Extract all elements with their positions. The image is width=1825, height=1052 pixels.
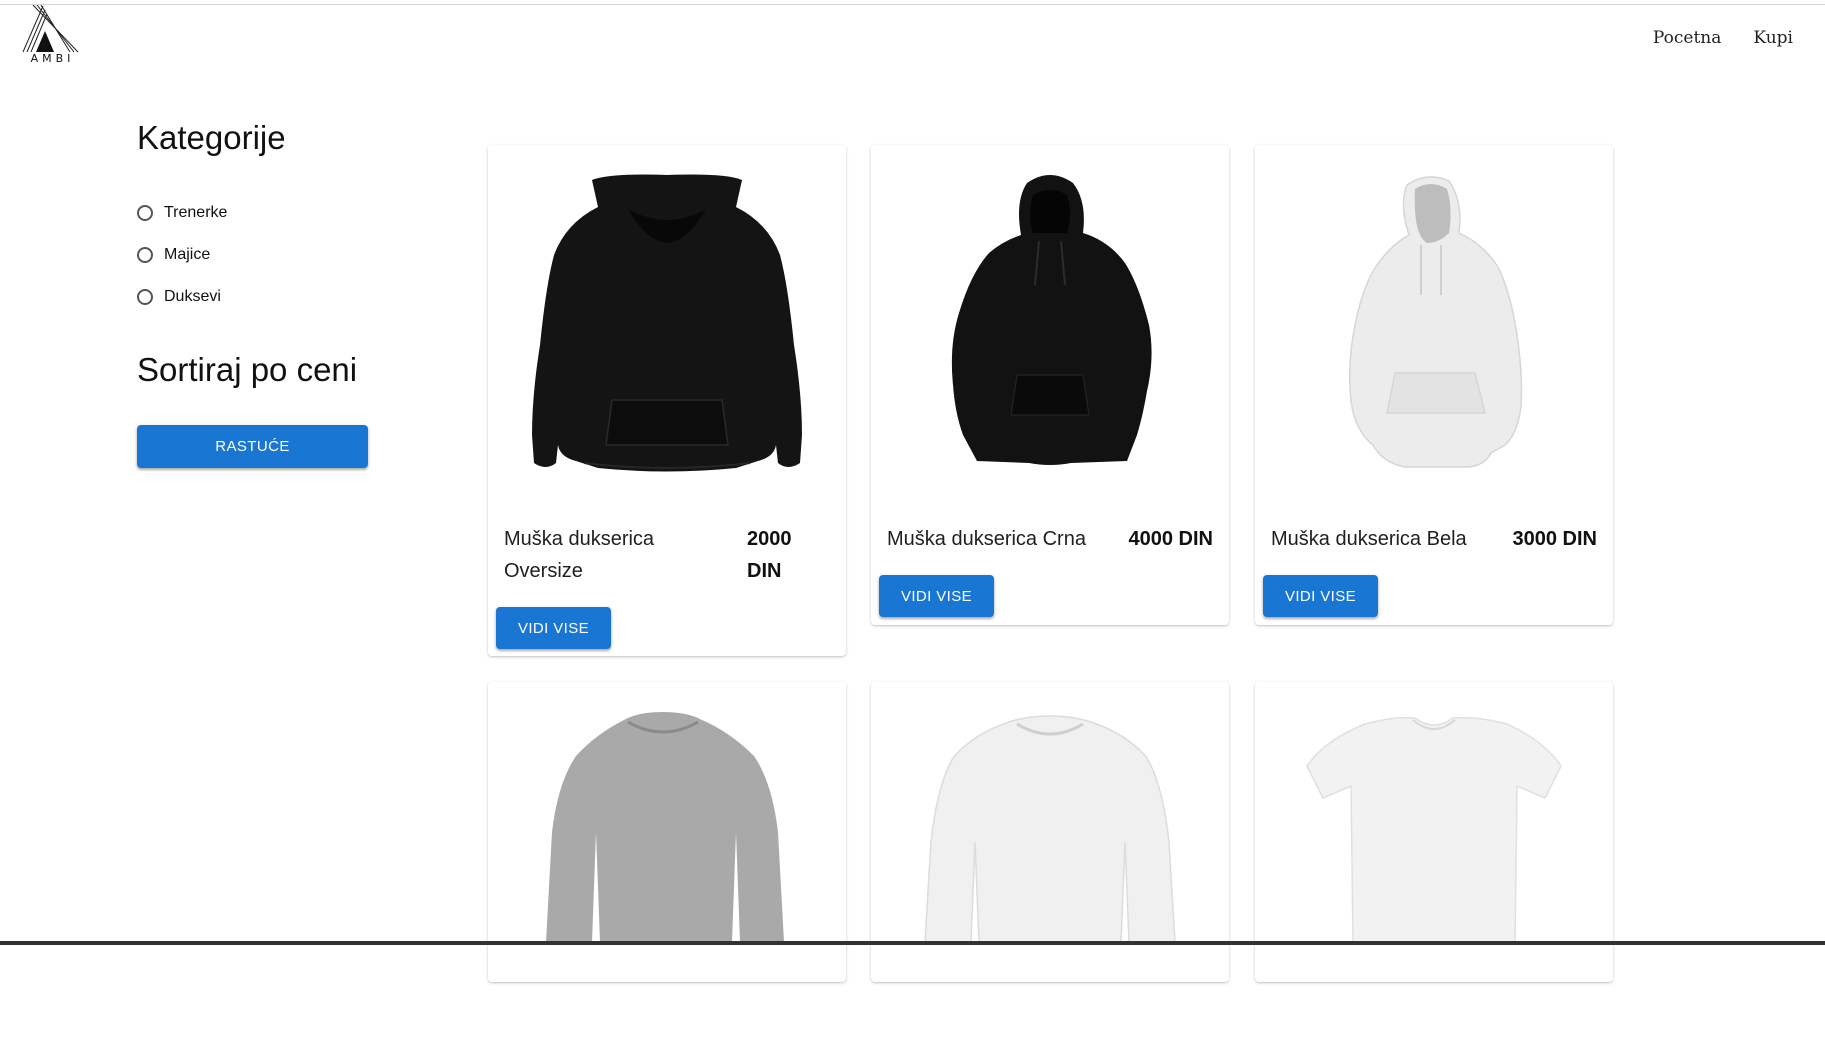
product-price: 4000 DIN [1128, 528, 1214, 550]
product-name: Muška dukserica Bela [1271, 528, 1467, 550]
top-navigation: Pocetna Kupi [1653, 28, 1793, 48]
white-hoodie-image[interactable] [1255, 145, 1613, 515]
product-card [1255, 682, 1613, 982]
radio-button-icon[interactable] [137, 289, 153, 305]
product-name: Muška dukserica Oversize [504, 528, 655, 582]
black-hoodie-image[interactable] [871, 145, 1229, 515]
product-card [488, 682, 846, 982]
category-radio-duksevi[interactable]: Duksevi [137, 288, 221, 306]
product-card: Muška dukserica Crna 4000 DIN VIDI VISE [871, 145, 1229, 625]
view-more-button[interactable]: VIDI VISE [879, 575, 994, 617]
category-radio-trenerke[interactable]: Trenerke [137, 204, 227, 222]
view-more-button[interactable]: VIDI VISE [496, 607, 611, 649]
ambi-logo[interactable]: AMBI [22, 5, 80, 67]
category-label: Majice [164, 246, 211, 263]
logo-text: AMBI [30, 52, 75, 65]
white-longsleeve-image[interactable] [871, 682, 1229, 1052]
radio-button-icon[interactable] [137, 205, 153, 221]
product-card: Muška dukserica Bela 3000 DIN VIDI VISE [1255, 145, 1613, 625]
product-price: 2000 DIN [747, 528, 792, 582]
category-label: Duksevi [164, 288, 221, 305]
bottom-border [0, 941, 1825, 945]
nav-link-pocetna[interactable]: Pocetna [1653, 28, 1721, 48]
product-price: 3000 DIN [1512, 528, 1598, 550]
grey-longsleeve-image[interactable] [488, 682, 846, 1052]
product-card [871, 682, 1229, 982]
sort-ascending-button[interactable]: RASTUĆE [137, 425, 368, 468]
black-hoodie-image[interactable] [488, 145, 846, 515]
radio-button-icon[interactable] [137, 247, 153, 263]
sort-heading: Sortiraj po ceni [137, 351, 358, 388]
category-radio-majice[interactable]: Majice [137, 246, 210, 264]
top-border [0, 4, 1825, 5]
category-label: Trenerke [164, 204, 228, 221]
white-tshirt-image[interactable] [1255, 682, 1613, 1052]
product-name: Muška dukserica Crna [887, 528, 1086, 550]
product-card: Muška dukserica Oversize 2000 DIN VIDI V… [488, 145, 846, 656]
nav-link-kupi[interactable]: Kupi [1753, 28, 1793, 48]
categories-heading: Kategorije [137, 119, 286, 156]
logo-mark-icon [22, 5, 79, 53]
view-more-button[interactable]: VIDI VISE [1263, 575, 1378, 617]
